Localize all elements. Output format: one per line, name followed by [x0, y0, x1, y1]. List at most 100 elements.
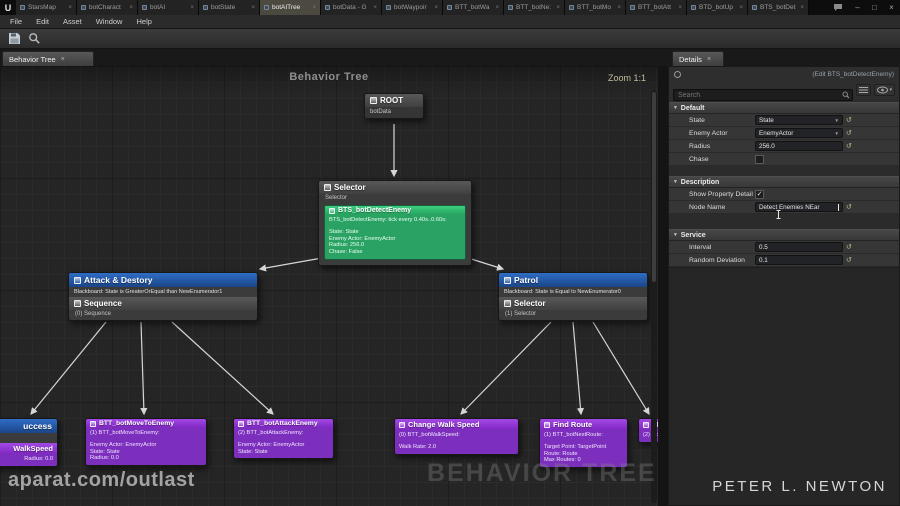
interval-input[interactable]: 0.5: [755, 242, 843, 252]
tab-behavior-tree[interactable]: Behavior Tree ×: [2, 51, 94, 66]
section-default[interactable]: ▾ Default: [669, 102, 899, 114]
find-button[interactable]: [26, 31, 42, 47]
asset-tab-botai[interactable]: botAI ×: [138, 0, 199, 15]
graph-canvas[interactable]: Behavior Tree Zoom 1:1 ROOT botData Sele…: [0, 66, 658, 506]
asset-icon: [142, 5, 147, 10]
window-titlebar: U StarsMap × botCharact × botAI × botState ×…: [0, 0, 900, 15]
reset-icon[interactable]: ↺: [846, 143, 852, 150]
asset-tab-btt-botwa[interactable]: BTT_botWa ×: [443, 0, 504, 15]
menu-window[interactable]: Window: [89, 17, 130, 26]
asset-tab-btd-botup[interactable]: BTD_botUp ×: [687, 0, 748, 15]
asset-icon: [752, 5, 757, 10]
maximize-button[interactable]: □: [866, 0, 883, 15]
save-button[interactable]: [6, 31, 22, 47]
feedback-bubble-icon[interactable]: [827, 3, 849, 12]
close-button[interactable]: ×: [883, 0, 900, 15]
tab-close-icon[interactable]: ×: [373, 5, 377, 11]
reset-icon[interactable]: ↺: [846, 130, 852, 137]
node-name-input[interactable]: Detect Enemies NEar: [755, 202, 843, 212]
section-description[interactable]: ▾ Description: [669, 176, 899, 188]
tab-close-icon[interactable]: ×: [800, 5, 804, 11]
tab-close-icon[interactable]: ×: [68, 5, 72, 11]
attack-destroy-node[interactable]: Attack & Destory Blackboard: State is Gr…: [68, 272, 258, 321]
tab-close-icon[interactable]: ×: [495, 5, 499, 11]
asset-icon: [20, 5, 25, 10]
menu-edit[interactable]: Edit: [29, 17, 56, 26]
row-show-property-detail: Show Property Detail ✓: [669, 188, 899, 201]
patrol-node[interactable]: Patrol Blackboard: State is Equal to New…: [498, 272, 648, 321]
menu-help[interactable]: Help: [129, 17, 158, 26]
minimize-button[interactable]: –: [849, 0, 866, 15]
asset-tab-starsmap[interactable]: StarsMap ×: [16, 0, 77, 15]
chase-checkbox[interactable]: [755, 154, 764, 164]
row-interval: Interval 0.5 ↺: [669, 241, 899, 254]
radius-input[interactable]: 256.0: [755, 141, 843, 151]
asset-tab-botwaypoint[interactable]: botWaypoir ×: [382, 0, 443, 15]
decorator-header: Patrol: [499, 273, 647, 287]
blackboard-condition: [0, 433, 57, 443]
menu-file[interactable]: File: [3, 17, 29, 26]
task-header: BTT_botMoveToEnemy: [86, 419, 206, 428]
tab-close-icon[interactable]: ×: [434, 5, 438, 11]
enemy-actor-dropdown[interactable]: EnemyActor ▼: [755, 128, 843, 138]
view-options-button[interactable]: ▾: [874, 83, 895, 96]
asset-tab-botdata[interactable]: botData - G ×: [321, 0, 382, 15]
walkspeed-node-clipped[interactable]: uccess WalkSpeed Radius: 0.0: [0, 418, 58, 467]
tab-close-icon[interactable]: ×: [61, 56, 65, 63]
asset-tab-btt-botatt[interactable]: BTT_botAtt ×: [626, 0, 687, 15]
node-subtitle: (0) Sequence: [75, 311, 112, 317]
menu-asset[interactable]: Asset: [56, 17, 89, 26]
reset-icon[interactable]: ↺: [846, 257, 852, 264]
random-deviation-input[interactable]: 0.1: [755, 255, 843, 265]
details-panel: (Edit BTS_botDetectEnemy) ▾ ▾ Default St: [668, 66, 900, 506]
reset-icon[interactable]: ↺: [846, 204, 852, 211]
reset-icon[interactable]: ↺: [846, 117, 852, 124]
asset-tab-botaitree[interactable]: botAITree ×: [260, 0, 321, 15]
tab-close-icon[interactable]: ×: [739, 5, 743, 11]
tab-close-icon[interactable]: ×: [190, 5, 194, 11]
asset-tab-botcharact[interactable]: botCharact ×: [77, 0, 138, 15]
search-input[interactable]: [673, 89, 854, 101]
tab-close-icon[interactable]: ×: [617, 5, 621, 11]
prop-label: State: [689, 116, 705, 124]
tab-close-icon[interactable]: ×: [556, 5, 560, 11]
graph-vertical-scrollbar[interactable]: [651, 90, 657, 503]
asset-icon: [630, 5, 635, 10]
section-service[interactable]: ▾ Service: [669, 229, 899, 241]
asset-tab-btt-botne[interactable]: BTT_botNe: ×: [504, 0, 565, 15]
decorator-icon: [74, 276, 81, 284]
task-body: (1) BTT_botMoveToEnemy: Enemy Actor: Ene…: [86, 428, 206, 466]
move-to-enemy-node[interactable]: BTT_botMoveToEnemy (1) BTT_botMoveToEnem…: [85, 418, 207, 467]
tab-close-icon[interactable]: ×: [707, 56, 711, 63]
dock-tab-row: Behavior Tree × Details ×: [0, 49, 900, 66]
asset-tab-btt-botmo[interactable]: BTT_botMo ×: [565, 0, 626, 15]
asset-tab-bts-botdet[interactable]: BTS_botDet ×: [748, 0, 809, 15]
tab-details[interactable]: Details ×: [672, 51, 724, 66]
state-dropdown[interactable]: State ▼: [755, 115, 843, 125]
service-node-bts-botdetectenemy[interactable]: BTS_botDetectEnemy BTS_botDetectEnemy: t…: [324, 205, 466, 260]
change-walk-speed-node[interactable]: Change Walk Speed (0) BTT_botWalkSpeed: …: [394, 418, 519, 455]
tab-close-icon[interactable]: ×: [251, 5, 255, 11]
find-route-node[interactable]: Find Route (1) BTT_botNextRoute: Target …: [539, 418, 628, 469]
task-icon: [643, 421, 649, 428]
task-icon: [90, 420, 96, 427]
attack-enemy-node[interactable]: BTT_botAttackEnemy (2) BTT_botAttackEnem…: [233, 418, 334, 460]
row-random-deviation: Random Deviation 0.1 ↺: [669, 254, 899, 267]
details-search-row: ▾: [669, 82, 899, 101]
asset-icon: [81, 5, 86, 10]
tab-close-icon[interactable]: ×: [129, 5, 133, 11]
show-property-checkbox[interactable]: ✓: [755, 189, 764, 199]
reset-icon[interactable]: ↺: [846, 244, 852, 251]
prop-label: Radius: [689, 142, 711, 150]
root-node[interactable]: ROOT botData: [364, 93, 424, 119]
asset-tab-botstate[interactable]: botState ×: [199, 0, 260, 15]
tab-close-icon[interactable]: ×: [678, 5, 682, 11]
selector-node[interactable]: Selector Selector BTS_botDetectEnemy BTS…: [318, 180, 472, 266]
edit-asset-link[interactable]: (Edit BTS_botDetectEnemy): [812, 71, 894, 78]
tab-close-icon[interactable]: ×: [312, 5, 316, 11]
scrollbar-thumb[interactable]: [652, 92, 656, 282]
asset-icon: [508, 5, 513, 10]
property-matrix-button[interactable]: [856, 83, 872, 96]
collapse-arrow-icon: ▾: [674, 179, 677, 185]
text-caret: [838, 203, 839, 211]
